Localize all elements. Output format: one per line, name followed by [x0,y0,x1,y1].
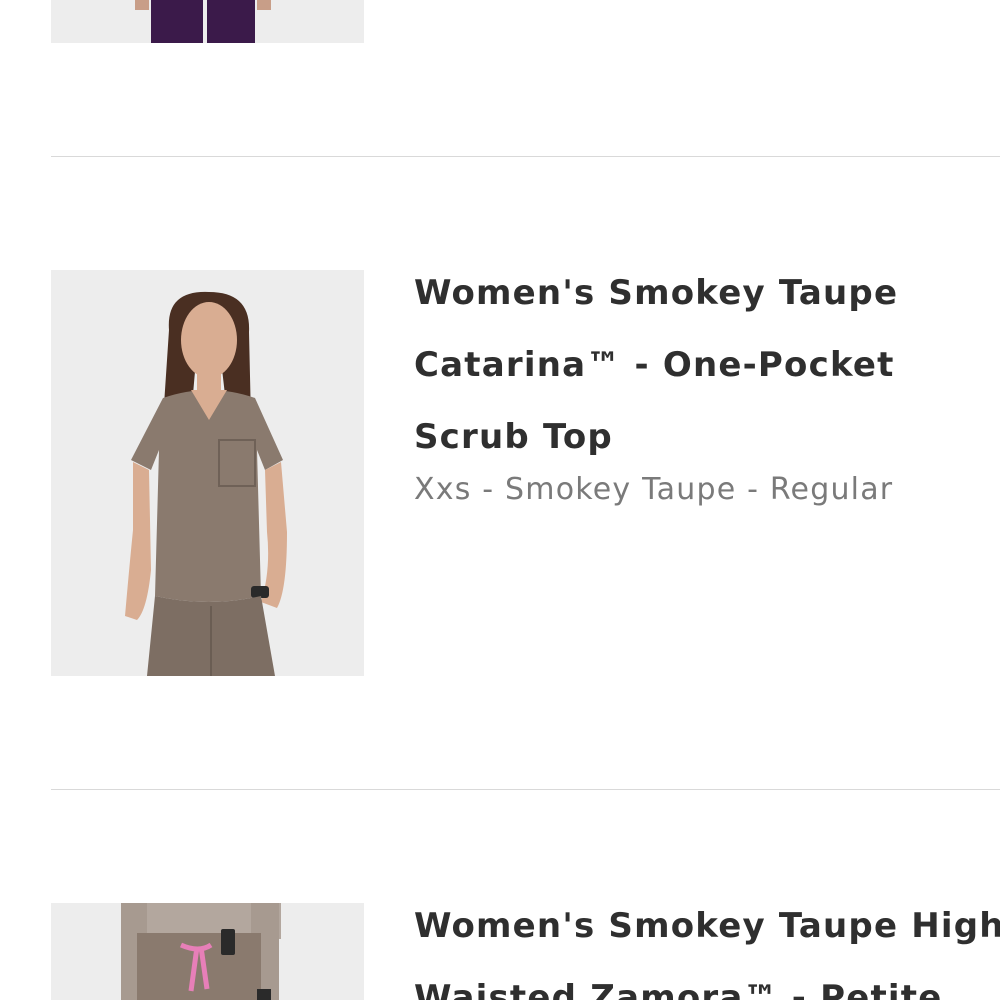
product-title[interactable]: Women's Smokey Taupe High Waisted Zamora… [414,890,1000,1000]
product-image-zamora-pants[interactable] [51,903,364,1000]
product-image-plum-pants[interactable] [51,0,364,43]
plum-pants-illustration [51,0,364,43]
item-divider [51,156,1000,157]
item-divider [51,789,1000,790]
product-variant: Xxs - Smokey Taupe - Regular [414,472,894,507]
scrub-top-model-illustration [51,270,364,676]
product-title-line: Waisted Zamora™ - Petite [414,978,943,1000]
cart-item-list: Women's Smokey Taupe Catarina™ - One-Poc… [0,0,1000,1000]
product-title-line: Scrub Top [414,417,613,457]
product-title-line: Women's Smokey Taupe High [414,906,1000,946]
scrub-pants-illustration [51,903,364,1000]
product-title[interactable]: Women's Smokey Taupe Catarina™ - One-Poc… [414,257,1000,473]
product-image-catarina-top[interactable] [51,270,364,676]
product-title-line: Women's Smokey Taupe [414,273,899,313]
product-title-line: Catarina™ - One-Pocket [414,345,895,385]
